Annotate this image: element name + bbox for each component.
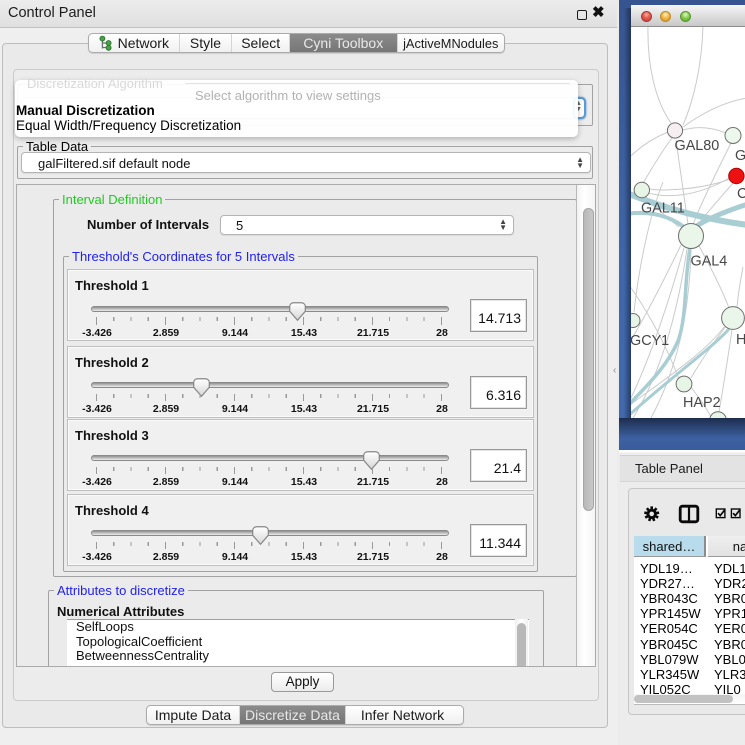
svg-text:C: C (737, 186, 745, 202)
svg-text:GA: GA (735, 148, 745, 164)
svg-text:GAL80: GAL80 (675, 138, 720, 154)
svg-text:GAL11: GAL11 (641, 201, 685, 217)
svg-text:H: H (736, 332, 745, 348)
svg-text:GCY1: GCY1 (631, 333, 669, 349)
svg-text:GAL4: GAL4 (691, 254, 728, 270)
svg-text:HAP2: HAP2 (683, 395, 721, 411)
